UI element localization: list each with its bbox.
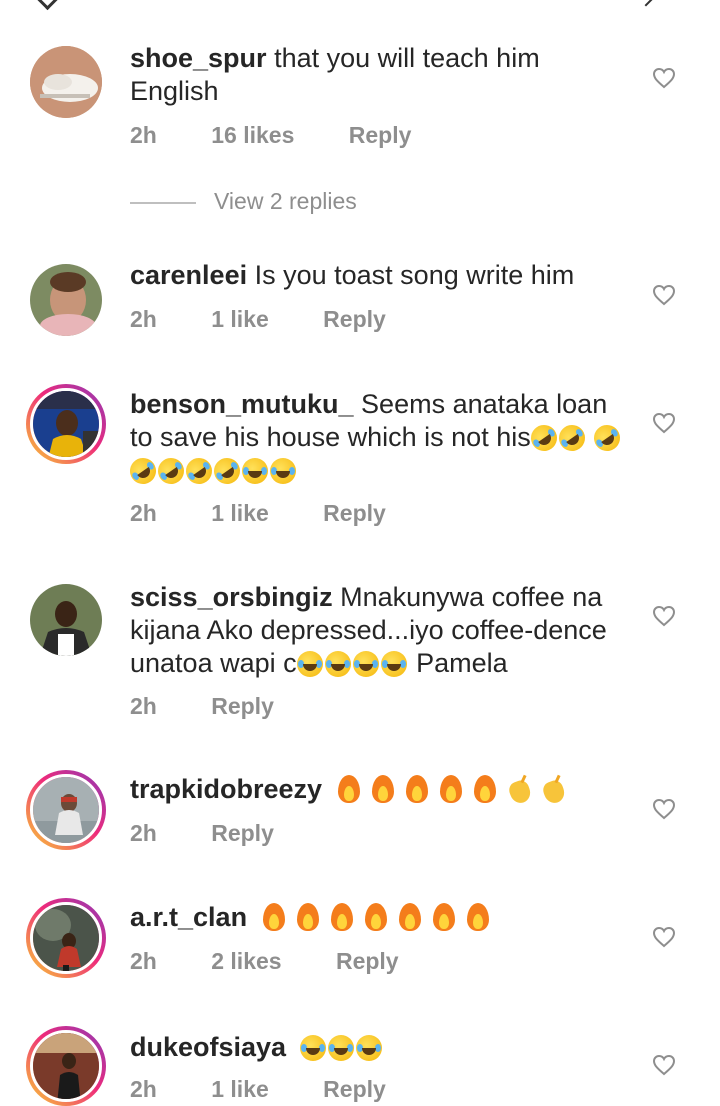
joy-emoji-icon — [299, 1035, 326, 1061]
rofl-emoji-icon — [124, 452, 162, 490]
chevron-down-icon — [36, 0, 59, 11]
comment-username[interactable]: trapkidobreezy — [130, 774, 322, 804]
view-replies-button[interactable]: View 2 replies — [130, 188, 357, 215]
comment-time: 2h — [130, 820, 157, 846]
comment-time: 2h — [130, 122, 157, 148]
comment-time: 2h — [130, 306, 157, 332]
comment-text: trapkidobreezy — [130, 773, 630, 806]
fire-emoji-icon — [364, 903, 387, 931]
fire-emoji-icon — [330, 903, 353, 931]
chevron-icon — [637, 0, 655, 7]
fire-emoji-icon — [439, 775, 462, 803]
comment-text: benson_mutuku_ Seems anataka loan to sav… — [124, 388, 630, 490]
joy-emoji-icon — [352, 651, 379, 677]
fire-emoji-icon — [262, 903, 285, 931]
comment-likes[interactable]: 1 like — [211, 500, 269, 526]
comment-username[interactable]: dukeofsiaya — [130, 1032, 286, 1062]
comment-meta: 2h 1 like Reply — [130, 1076, 434, 1103]
avatar[interactable] — [26, 770, 106, 850]
avatar-photo — [30, 584, 102, 656]
comment-text: sciss_orsbingiz Mnakunywa coffee na kija… — [130, 581, 630, 680]
view-replies-label: View 2 replies — [214, 188, 357, 214]
heart-icon[interactable] — [652, 284, 676, 306]
heart-icon[interactable] — [652, 926, 676, 948]
comment-body-tail: Pamela — [416, 648, 508, 678]
avatar[interactable] — [26, 898, 106, 978]
comment-likes[interactable]: 1 like — [211, 1076, 269, 1102]
avatar-photo — [33, 391, 99, 457]
reply-button[interactable]: Reply — [211, 693, 274, 719]
comment-meta: 2h 2 likes Reply — [130, 948, 447, 975]
avatar-photo — [33, 1033, 99, 1099]
comment-meta: 2h Reply — [130, 693, 322, 720]
avatar-photo — [33, 905, 99, 971]
reply-button[interactable]: Reply — [336, 948, 399, 974]
comment-body: Is you toast song write him — [254, 260, 575, 290]
fire-emoji-icon — [432, 903, 455, 931]
reply-button[interactable]: Reply — [323, 306, 386, 332]
rofl-emoji-icon — [589, 419, 626, 457]
clap-emoji-icon — [540, 774, 567, 806]
fire-emoji-icon — [371, 775, 394, 803]
avatar-photo — [33, 777, 99, 843]
avatar[interactable] — [26, 260, 106, 340]
joy-emoji-icon — [324, 651, 351, 677]
comment-time: 2h — [130, 693, 157, 719]
heart-icon[interactable] — [652, 798, 676, 820]
divider — [130, 202, 196, 204]
rofl-emoji-icon — [553, 419, 590, 457]
comment-likes[interactable]: 2 likes — [211, 948, 281, 974]
fire-emoji-icon — [466, 903, 489, 931]
rofl-emoji-icon — [208, 452, 246, 490]
rofl-emoji-icon — [525, 419, 562, 457]
comment-text: shoe_spur that you will teach him Englis… — [130, 42, 630, 108]
fire-emoji-icon — [296, 903, 319, 931]
heart-icon[interactable] — [652, 412, 676, 434]
comment-username[interactable]: sciss_orsbingiz — [130, 582, 333, 612]
avatar[interactable] — [26, 580, 106, 660]
avatar[interactable] — [26, 384, 106, 464]
comment-text: carenleei Is you toast song write him — [130, 259, 630, 292]
fire-emoji-icon — [405, 775, 428, 803]
fire-emoji-icon — [398, 903, 421, 931]
avatar-photo — [30, 46, 102, 118]
comment-meta: 2h 1 like Reply — [130, 306, 434, 333]
comment-time: 2h — [130, 1076, 157, 1102]
comment-username[interactable]: benson_mutuku_ — [130, 389, 354, 419]
joy-emoji-icon — [270, 458, 296, 484]
avatar[interactable] — [26, 42, 106, 122]
reply-button[interactable]: Reply — [323, 1076, 386, 1102]
comment-username[interactable]: carenleei — [130, 260, 247, 290]
joy-emoji-icon — [380, 651, 407, 677]
comment-meta: 2h 1 like Reply — [130, 500, 434, 527]
comment-time: 2h — [130, 500, 157, 526]
clap-emoji-icon — [506, 774, 533, 806]
top-edge — [0, 0, 720, 12]
avatar-photo — [30, 264, 102, 336]
comment-text: dukeofsiaya — [130, 1031, 630, 1064]
comment-likes[interactable]: 16 likes — [211, 122, 294, 148]
heart-icon[interactable] — [652, 67, 676, 89]
comment-username[interactable]: shoe_spur — [130, 43, 267, 73]
avatar[interactable] — [26, 1026, 106, 1106]
joy-emoji-icon — [327, 1035, 354, 1061]
reply-button[interactable]: Reply — [211, 820, 274, 846]
comment-username[interactable]: a.r.t_clan — [130, 902, 247, 932]
rofl-emoji-icon — [180, 452, 218, 490]
fire-emoji-icon — [473, 775, 496, 803]
heart-icon[interactable] — [652, 605, 676, 627]
comment-meta: 2h Reply — [130, 820, 322, 847]
joy-emoji-icon — [242, 458, 268, 484]
heart-icon[interactable] — [652, 1054, 676, 1076]
comment-time: 2h — [130, 948, 157, 974]
reply-button[interactable]: Reply — [323, 500, 386, 526]
joy-emoji-icon — [296, 651, 323, 677]
comment-meta: 2h 16 likes Reply — [130, 122, 459, 149]
rofl-emoji-icon — [152, 452, 190, 490]
comment-likes[interactable]: 1 like — [211, 306, 269, 332]
reply-button[interactable]: Reply — [349, 122, 412, 148]
fire-emoji-icon — [337, 775, 360, 803]
comment-text: a.r.t_clan — [130, 901, 630, 934]
joy-emoji-icon — [355, 1035, 382, 1061]
